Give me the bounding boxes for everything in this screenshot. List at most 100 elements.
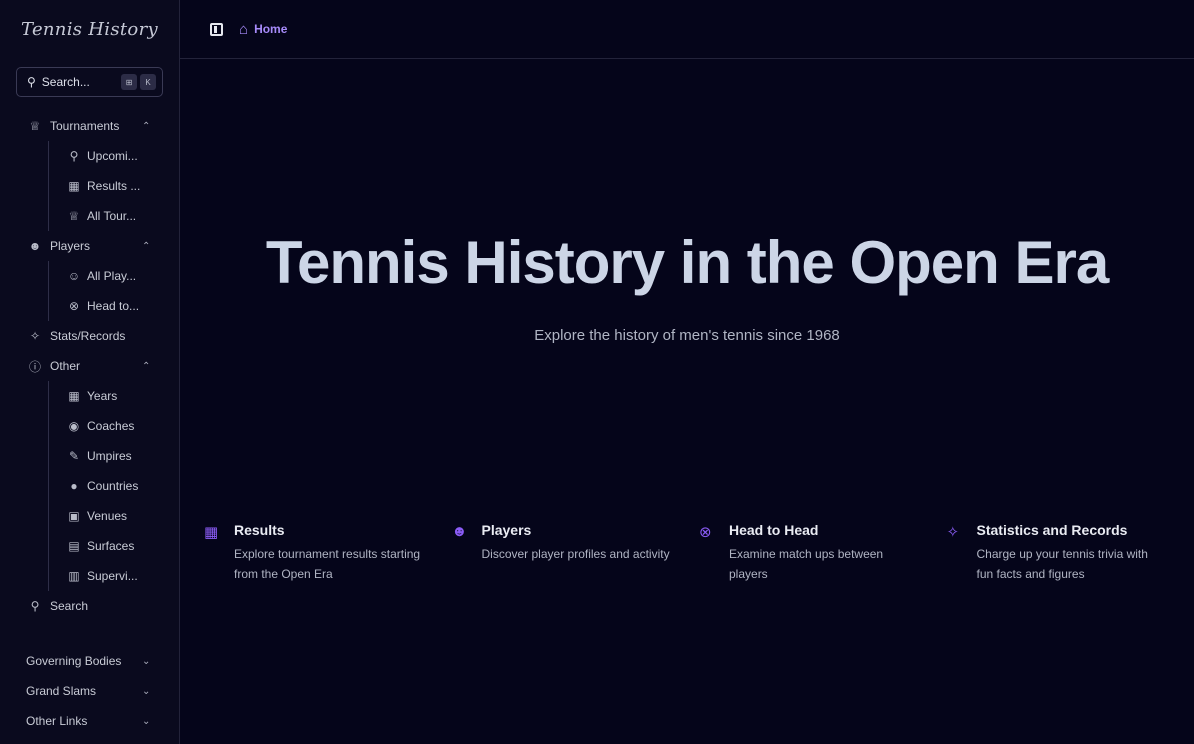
feature-description: Explore tournament results starting from…: [234, 547, 421, 581]
sidebar-item-umpires[interactable]: ✎ Umpires: [0, 441, 179, 471]
versus-icon: ⊗: [699, 524, 712, 541]
sidebar-item-label: Stats/Records: [50, 329, 126, 343]
sidebar-item-years[interactable]: ▦ Years: [0, 381, 179, 411]
calendar-icon: ▦: [68, 179, 80, 193]
breadcrumb-home[interactable]: Home: [254, 22, 287, 36]
sidebar-item-label: All Tour...: [87, 209, 137, 223]
sidebar-item-label: Venues: [87, 509, 128, 523]
sidebar-item-label: Supervi...: [87, 569, 138, 583]
sidebar-item-all-tournaments[interactable]: ♕ All Tour...: [0, 201, 179, 231]
search-icon: ⚲: [30, 599, 40, 613]
feature-results[interactable]: ▦ Results Explore tournament results sta…: [204, 522, 452, 584]
shortcut-key-k: K: [140, 74, 156, 90]
feature-title: Players: [481, 522, 532, 538]
feature-list: ▦ Results Explore tournament results sta…: [204, 522, 1194, 584]
info-icon: ⓘ: [28, 359, 41, 374]
feature-description: Discover player profiles and activity: [481, 547, 670, 561]
home-icon[interactable]: ⌂: [239, 21, 248, 38]
sidebar-item-surfaces[interactable]: ▤ Surfaces: [0, 531, 179, 561]
breadcrumb: ⌂ Home: [239, 21, 287, 38]
tournaments-submenu: ⚲ Upcomi... ▦ Results ... ♕ All Tour...: [0, 141, 179, 231]
feature-head-to-head[interactable]: ⊗ Head to Head Examine match ups between…: [699, 522, 947, 584]
clipboard-icon: ▥: [68, 569, 80, 583]
sidebar-item-label: Surfaces: [87, 539, 135, 553]
sidebar-item-label: Umpires: [87, 449, 132, 463]
sidebar-item-label: Search: [50, 599, 89, 613]
trophy-icon: ♕: [29, 119, 41, 133]
sidebar-item-venues[interactable]: ▣ Venues: [0, 501, 179, 531]
feature-title: Results: [234, 522, 285, 538]
calendar-icon: ▦: [68, 389, 80, 403]
feature-players[interactable]: ☻ Players Discover player profiles and a…: [452, 522, 700, 584]
whistle-icon: ✎: [68, 449, 80, 463]
feature-description: Examine match ups between players: [729, 547, 884, 581]
sparkle-icon: ✧: [946, 524, 960, 541]
sidebar-item-supervisors[interactable]: ▥ Supervi...: [0, 561, 179, 591]
sidebar-item-label: Other: [50, 359, 81, 373]
users-icon: ☻: [28, 239, 42, 253]
sidebar-item-governing-bodies[interactable]: Governing Bodies ⌄: [0, 646, 180, 676]
sidebar-item-label: All Play...: [87, 269, 137, 283]
sidebar-item-players[interactable]: ☻ Players ⌃: [0, 231, 179, 261]
sidebar-toggle-icon[interactable]: [210, 22, 223, 36]
sidebar-item-label: Governing Bodies: [26, 654, 122, 668]
main-content: ⌂ Home Tennis History in the Open Era Ex…: [180, 0, 1194, 744]
users-icon: ☻: [451, 523, 468, 540]
sidebar-item-upcoming[interactable]: ⚲ Upcomi...: [0, 141, 179, 171]
trophy-icon: ♕: [68, 209, 80, 223]
racket-icon: ⚲: [69, 149, 79, 163]
sidebar-nav: ♕ Tournaments ⌃ ⚲ Upcomi... ▦ Results ..…: [0, 111, 179, 621]
sidebar-item-search[interactable]: ⚲ Search: [0, 591, 179, 621]
sidebar-item-label: Players: [50, 239, 91, 253]
coach-icon: ◉: [68, 419, 80, 433]
feature-title: Head to Head: [729, 522, 819, 538]
search-icon: ⚲: [27, 75, 36, 89]
sidebar-item-other[interactable]: ⓘ Other ⌃: [0, 351, 179, 381]
topbar: ⌂ Home: [180, 0, 1194, 59]
sidebar-item-label: Head to...: [87, 299, 140, 313]
chevron-down-icon[interactable]: ⌄: [142, 716, 150, 727]
calendar-icon: ▦: [204, 524, 219, 541]
other-submenu: ▦ Years ◉ Coaches ✎ Umpires ● Countries …: [0, 381, 179, 591]
sidebar-item-label: Tournaments: [50, 119, 120, 133]
feature-title: Statistics and Records: [976, 522, 1128, 538]
feature-description: Charge up your tennis trivia with fun fa…: [976, 547, 1148, 581]
players-submenu: ☺ All Play... ⊗ Head to...: [0, 261, 179, 321]
sidebar-item-countries[interactable]: ● Countries: [0, 471, 179, 501]
feature-statistics-records[interactable]: ✧ Statistics and Records Charge up your …: [947, 522, 1194, 584]
search-label: Search...: [41, 75, 90, 89]
sidebar-footer-links: Governing Bodies ⌄ Grand Slams ⌄ Other L…: [0, 646, 180, 736]
globe-icon: ●: [70, 479, 78, 493]
sidebar: Tennis History ⚲ Search... ⊞ K ♕ Tournam…: [0, 0, 180, 744]
versus-icon: ⊗: [68, 299, 80, 313]
chevron-up-icon[interactable]: ⌃: [142, 121, 150, 132]
sidebar-item-grand-slams[interactable]: Grand Slams ⌄: [0, 676, 180, 706]
search-input[interactable]: ⚲ Search... ⊞ K: [16, 67, 163, 97]
court-icon: ▤: [68, 539, 80, 553]
sidebar-item-other-links[interactable]: Other Links ⌄: [0, 706, 180, 736]
page-subtitle: Explore the history of men's tennis sinc…: [534, 327, 840, 344]
chevron-up-icon[interactable]: ⌃: [142, 241, 150, 252]
sidebar-item-coaches[interactable]: ◉ Coaches: [0, 411, 179, 441]
app-logo[interactable]: Tennis History: [0, 0, 179, 58]
sidebar-item-tournaments[interactable]: ♕ Tournaments ⌃: [0, 111, 179, 141]
sidebar-item-results[interactable]: ▦ Results ...: [0, 171, 179, 201]
sidebar-item-label: Coaches: [87, 419, 135, 433]
sidebar-item-label: Other Links: [26, 714, 88, 728]
sidebar-item-label: Countries: [87, 479, 139, 493]
shortcut-key-cmd: ⊞: [121, 74, 137, 90]
sidebar-item-all-players[interactable]: ☺ All Play...: [0, 261, 179, 291]
chevron-down-icon[interactable]: ⌄: [142, 686, 150, 697]
sidebar-item-label: Grand Slams: [26, 684, 97, 698]
page-title: Tennis History in the Open Era: [265, 229, 1109, 296]
app-root: Tennis History ⚲ Search... ⊞ K ♕ Tournam…: [0, 0, 1194, 744]
sidebar-item-label: Upcomi...: [87, 149, 138, 163]
sidebar-item-stats-records[interactable]: ✧ Stats/Records: [0, 321, 179, 351]
sidebar-item-head-to-head[interactable]: ⊗ Head to...: [0, 291, 179, 321]
sparkle-icon: ✧: [29, 329, 41, 343]
chevron-up-icon[interactable]: ⌃: [142, 361, 150, 372]
stadium-icon: ▣: [68, 509, 80, 523]
sidebar-item-label: Results ...: [87, 179, 141, 193]
chevron-down-icon[interactable]: ⌄: [142, 656, 150, 667]
player-icon: ☺: [67, 269, 81, 283]
